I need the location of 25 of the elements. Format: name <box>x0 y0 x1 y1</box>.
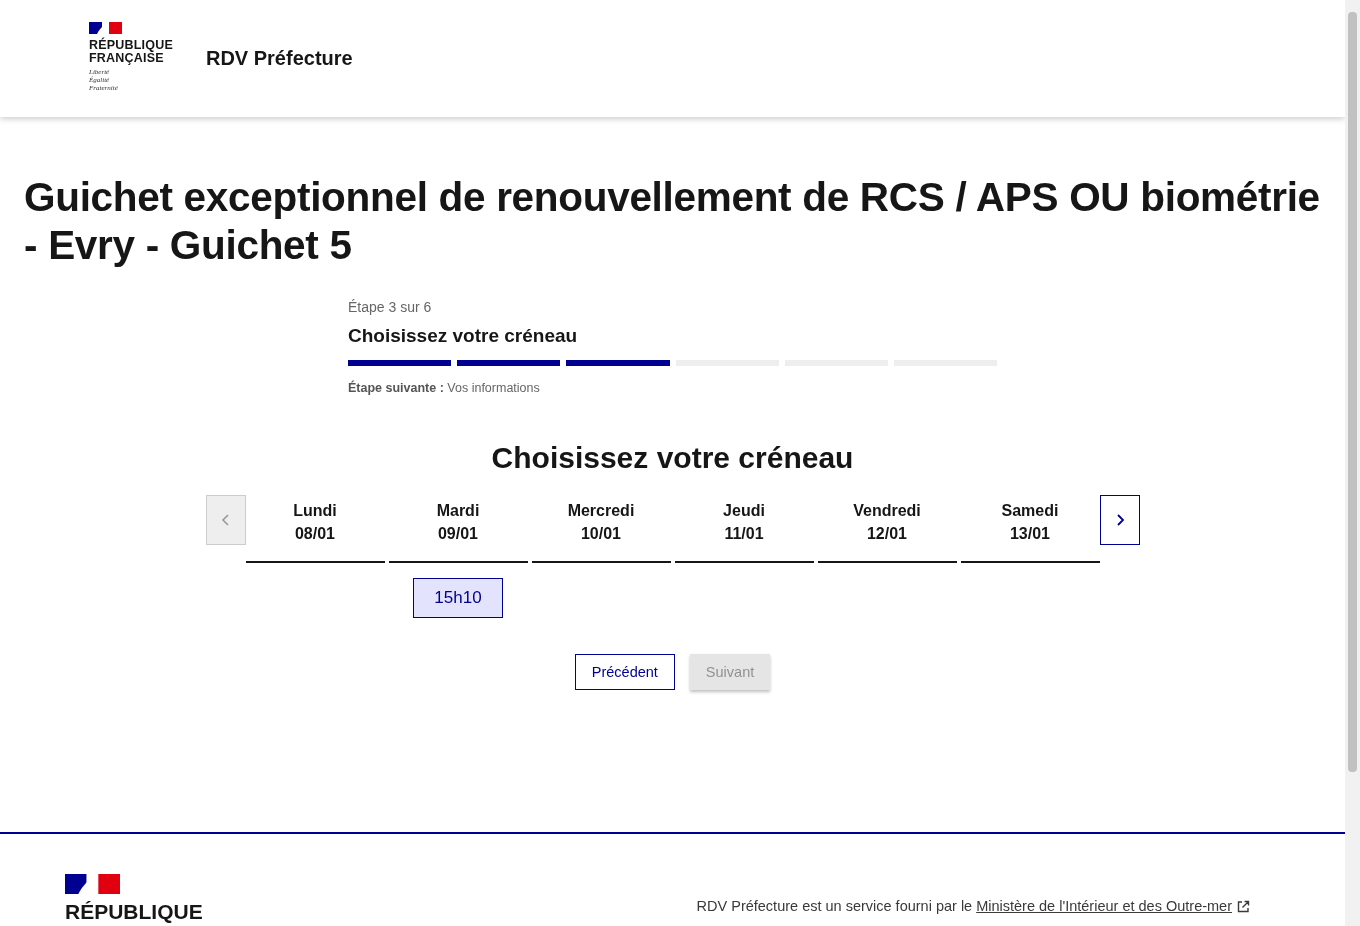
footer-text: RDV Préfecture est un service fourni par le Ministère de l'Intérieur et des Outre-mer <box>696 898 1250 914</box>
ministry-link[interactable]: Ministère de l'Intérieur et des Outre-mer <box>976 898 1250 914</box>
step-title: Choisissez votre créneau <box>348 325 579 347</box>
time-slot[interactable]: 15h10 <box>413 578 503 618</box>
day-header: Vendredi 12/01 <box>817 495 957 563</box>
day-header: Mercredi 10/01 <box>531 495 671 563</box>
flag-logo-icon <box>65 874 120 894</box>
page-title: Guichet exceptionnel de renouvellement de RCS / APS OU biométrie - Evry - Guichet 5 <box>24 173 1321 269</box>
day-header: Lundi 08/01 <box>245 495 385 563</box>
next-week-button[interactable] <box>1099 495 1140 545</box>
flag-logo-icon <box>89 21 122 34</box>
footer-logo-text: RÉPUBLIQUE <box>65 900 203 924</box>
logo-text: RÉPUBLIQUE <box>89 38 173 52</box>
previous-button[interactable]: Précédent <box>574 654 675 690</box>
day-header: Mardi 09/01 <box>388 495 528 563</box>
chevron-right-icon <box>1114 513 1125 527</box>
step-label: Étape 3 sur 6 <box>348 299 433 315</box>
calendar-heading: Choisissez votre créneau <box>490 441 855 475</box>
next-step-text: Étape suivante : Vos informations <box>348 381 541 395</box>
scrollbar[interactable] <box>1345 0 1360 926</box>
logo-text: FRANÇAISE <box>89 51 164 65</box>
service-name[interactable]: RDV Préfecture <box>205 47 353 70</box>
chevron-left-icon <box>220 513 231 527</box>
external-link-icon <box>1237 899 1250 913</box>
day-header: Jeudi 11/01 <box>674 495 814 563</box>
